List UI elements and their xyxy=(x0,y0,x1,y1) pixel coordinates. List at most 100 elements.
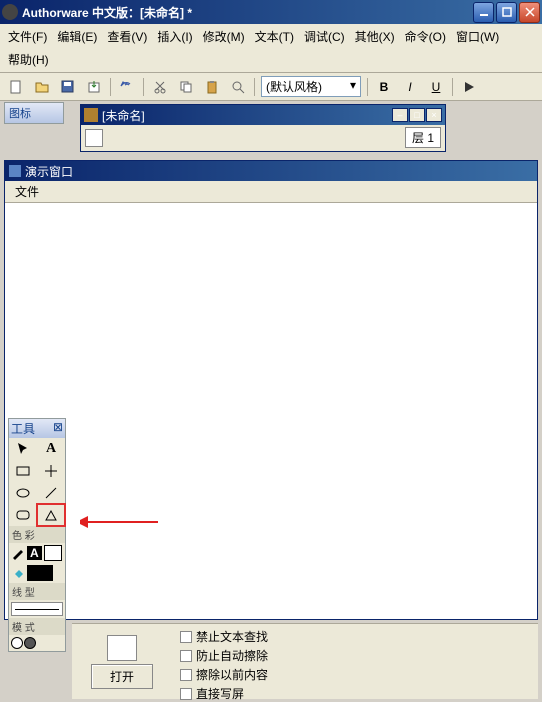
menu-modify[interactable]: 修改(M) xyxy=(199,26,249,47)
pen-color-swatch[interactable] xyxy=(44,545,62,561)
menu-window[interactable]: 窗口(W) xyxy=(452,26,503,47)
icon-palette-dock: 图标 xyxy=(4,102,64,124)
presentation-titlebar: 演示窗口 xyxy=(5,161,537,181)
text-tool[interactable]: A xyxy=(37,438,65,460)
separator xyxy=(452,78,453,96)
icon-palette-header: 图标 xyxy=(5,103,63,123)
option-label: 防止自动擦除 xyxy=(196,647,268,664)
style-select[interactable]: (默认风格) xyxy=(261,76,361,97)
color-fill-row[interactable] xyxy=(9,563,65,583)
presentation-icon xyxy=(9,165,21,177)
checkbox-icon xyxy=(180,631,192,643)
properties-pane: 打开 禁止文本查找 防止自动擦除 擦除以前内容 直接写屏 xyxy=(72,623,538,699)
option-label: 擦除以前内容 xyxy=(196,666,268,683)
diagonal-line-tool[interactable] xyxy=(37,482,65,504)
option-disable-text-search[interactable]: 禁止文本查找 xyxy=(180,628,268,645)
mode-matte-icon xyxy=(24,637,36,649)
presentation-file-menu[interactable]: 文件 xyxy=(11,183,43,201)
presentation-title: 演示窗口 xyxy=(25,163,73,180)
paste-button[interactable] xyxy=(202,77,222,97)
save-all-button[interactable] xyxy=(58,77,78,97)
rounded-rect-tool[interactable] xyxy=(9,504,37,526)
tools-palette: 工具 ⊠ A 色 彩 A 线 型 模 式 xyxy=(8,418,66,652)
line-style-preview[interactable] xyxy=(11,602,63,616)
open-button[interactable]: 打开 xyxy=(91,664,153,689)
option-prevent-auto-erase[interactable]: 防止自动擦除 xyxy=(180,647,268,664)
run-button[interactable] xyxy=(459,77,479,97)
display-icon[interactable] xyxy=(85,129,103,147)
bucket-icon xyxy=(11,566,25,580)
style-value: (默认风格) xyxy=(266,80,322,94)
menu-help[interactable]: 帮助(H) xyxy=(4,49,53,70)
color-pen-row[interactable]: A xyxy=(9,543,65,563)
rectangle-tool[interactable] xyxy=(9,460,37,482)
flowline-window: [未命名] – □ × 层 1 xyxy=(80,104,446,152)
color-section-header: 色 彩 xyxy=(9,526,65,543)
mode-section-header: 模 式 xyxy=(9,618,65,635)
pointer-tool[interactable] xyxy=(9,438,37,460)
doc-icon xyxy=(84,108,98,122)
option-label: 禁止文本查找 xyxy=(196,628,268,645)
minimize-button[interactable] xyxy=(473,2,494,23)
menu-view[interactable]: 查看(V) xyxy=(103,26,151,47)
find-button[interactable] xyxy=(228,77,248,97)
menu-other[interactable]: 其他(X) xyxy=(351,26,399,47)
line-tool[interactable] xyxy=(37,460,65,482)
new-button[interactable] xyxy=(6,77,26,97)
window-buttons xyxy=(473,2,540,23)
close-button[interactable] xyxy=(519,2,540,23)
window-title: Authorware 中文版：[未命名] * xyxy=(22,4,473,21)
open-button[interactable] xyxy=(32,77,52,97)
menu-edit[interactable]: 编辑(E) xyxy=(53,26,101,47)
separator xyxy=(110,78,111,96)
doc-close-button[interactable]: × xyxy=(426,108,442,122)
flowline-titlebar: [未命名] – □ × xyxy=(81,105,445,125)
ellipse-tool[interactable] xyxy=(9,482,37,504)
polygon-tool[interactable] xyxy=(37,504,65,526)
fill-color-swatch[interactable] xyxy=(27,565,53,581)
layer-field[interactable]: 层 1 xyxy=(405,127,441,148)
copy-button[interactable] xyxy=(176,77,196,97)
import-button[interactable] xyxy=(84,77,104,97)
checkbox-icon xyxy=(180,650,192,662)
tools-close-icon[interactable]: ⊠ xyxy=(53,420,63,437)
option-direct-to-screen[interactable]: 直接写屏 xyxy=(180,685,268,702)
option-label: 直接写屏 xyxy=(196,685,244,702)
flowline-row[interactable]: 层 1 xyxy=(81,125,445,150)
annotation-arrow xyxy=(80,512,160,532)
toolbar: (默认风格) B I U xyxy=(0,73,542,101)
separator xyxy=(143,78,144,96)
tools-header[interactable]: 工具 ⊠ xyxy=(9,419,65,438)
underline-button[interactable]: U xyxy=(426,77,446,97)
line-section-header: 线 型 xyxy=(9,583,65,600)
menu-file[interactable]: 文件(F) xyxy=(4,26,51,47)
doc-maximize-button[interactable]: □ xyxy=(409,108,425,122)
options-column: 禁止文本查找 防止自动擦除 擦除以前内容 直接写屏 xyxy=(172,624,276,699)
app-icon xyxy=(2,4,18,20)
layer-label: 层 xyxy=(412,131,424,145)
option-erase-previous[interactable]: 擦除以前内容 xyxy=(180,666,268,683)
doc-minimize-button[interactable]: – xyxy=(392,108,408,122)
menu-bar: 文件(F) 编辑(E) 查看(V) 插入(I) 修改(M) 文本(T) 调试(C… xyxy=(0,24,542,73)
separator xyxy=(367,78,368,96)
preview-column: 打开 xyxy=(72,624,172,699)
window-titlebar: Authorware 中文版：[未命名] * xyxy=(0,0,542,24)
mode-preview[interactable] xyxy=(9,635,65,651)
menu-debug[interactable]: 调试(C) xyxy=(300,26,349,47)
pen-icon xyxy=(11,546,25,560)
cut-button[interactable] xyxy=(150,77,170,97)
text-color-label: A xyxy=(27,546,42,560)
maximize-button[interactable] xyxy=(496,2,517,23)
mode-opaque-icon xyxy=(11,637,23,649)
tools-header-label: 工具 xyxy=(11,420,35,437)
menu-cmd[interactable]: 命令(O) xyxy=(401,26,450,47)
undo-button[interactable] xyxy=(117,77,137,97)
separator xyxy=(254,78,255,96)
presentation-window: 演示窗口 文件 xyxy=(4,160,538,620)
flowline-title: [未命名] xyxy=(102,107,145,124)
italic-button[interactable]: I xyxy=(400,77,420,97)
menu-text[interactable]: 文本(T) xyxy=(251,26,298,47)
checkbox-icon xyxy=(180,669,192,681)
menu-insert[interactable]: 插入(I) xyxy=(153,26,196,47)
bold-button[interactable]: B xyxy=(374,77,394,97)
